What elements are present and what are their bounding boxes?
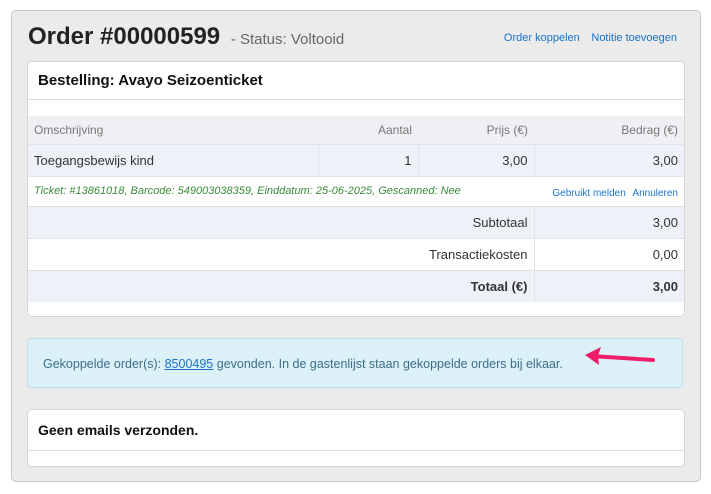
- item-prijs: 3,00: [417, 143, 534, 177]
- link-notitie-toevoegen[interactable]: Notitie toevoegen: [591, 32, 677, 44]
- ticket-details: Ticket: #13861018, Barcode: 549003038359…: [28, 176, 534, 206]
- linked-orders-suffix: gevonden. In de gastenlijst staan gekopp…: [213, 357, 563, 371]
- ticket-row: Ticket: #13861018, Barcode: 549003038359…: [28, 176, 684, 206]
- linked-orders-prefix: Gekoppelde order(s):: [43, 357, 165, 371]
- bestelling-heading: Bestelling: Avayo Seizoenticket: [28, 62, 684, 100]
- table-header-row: Omschrijving Aantal Prijs (€) Bedrag (€): [28, 116, 684, 144]
- subtotaal-row: Subtotaal 3,00: [28, 205, 684, 238]
- totaal-value: 3,00: [534, 269, 684, 302]
- gebruikt-melden-link[interactable]: Gebruikt melden: [552, 188, 625, 199]
- subtotaal-value: 3,00: [534, 205, 684, 238]
- arrow-left-icon: [585, 347, 655, 365]
- item-bedrag: 3,00: [533, 143, 684, 177]
- col-prijs: Prijs (€): [418, 116, 534, 144]
- page-title: Order #00000599 - Status: Voltooid: [28, 23, 344, 51]
- totaal-row: Totaal (€) 3,00: [28, 269, 684, 302]
- item-omschrijving: Toegangsbewijs kind: [28, 143, 318, 177]
- item-aantal: 1: [317, 143, 418, 177]
- transactiekosten-label: Transactiekosten: [28, 237, 535, 270]
- order-number: Order #00000599: [28, 23, 221, 50]
- link-order-koppelen[interactable]: Order koppelen: [504, 32, 580, 44]
- transactiekosten-value: 0,00: [534, 237, 684, 270]
- ticket-actions: Gebruikt melden Annuleren: [534, 176, 684, 206]
- totaal-label: Totaal (€): [28, 269, 535, 302]
- emails-heading: Geen emails verzonden.: [28, 410, 684, 451]
- table-row: Toegangsbewijs kind 1 3,00 3,00: [28, 143, 684, 177]
- annuleren-link[interactable]: Annuleren: [632, 188, 678, 199]
- header-actions: Order koppelen Notitie toevoegen: [496, 29, 677, 44]
- subtotaal-label: Subtotaal: [28, 205, 535, 238]
- order-status: - Status: Voltooid: [230, 31, 345, 48]
- col-bedrag: Bedrag (€): [534, 116, 684, 144]
- bestelling-panel: Bestelling: Avayo Seizoenticket Omschrij…: [27, 61, 685, 317]
- col-aantal: Aantal: [318, 116, 418, 144]
- order-lines-table: Omschrijving Aantal Prijs (€) Bedrag (€)…: [28, 100, 684, 302]
- col-omschrijving: Omschrijving: [28, 116, 318, 144]
- transactiekosten-row: Transactiekosten 0,00: [28, 237, 684, 270]
- emails-panel: Geen emails verzonden.: [27, 409, 685, 467]
- linked-order-link[interactable]: 8500495: [165, 357, 214, 371]
